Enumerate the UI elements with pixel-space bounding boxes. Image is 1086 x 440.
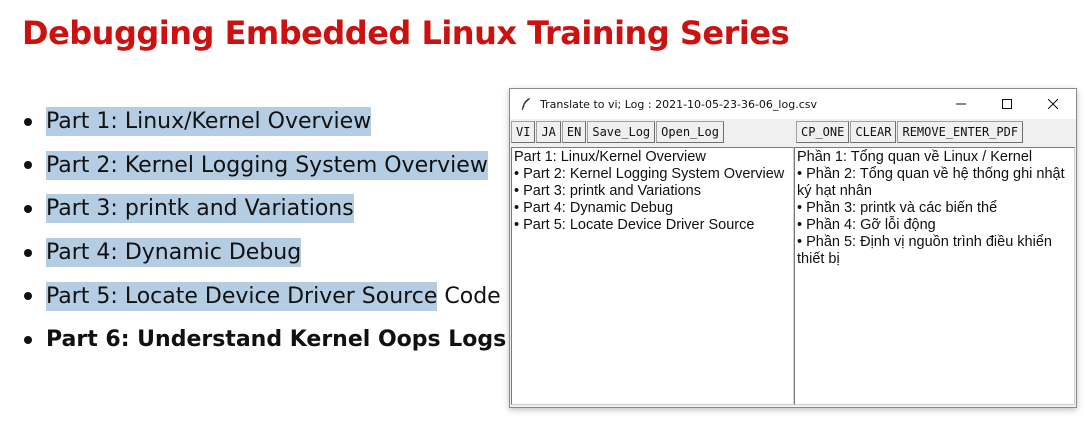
bullet-part-3: Part 3: printk and Variations <box>22 187 506 231</box>
text-panes: Part 1: Linux/Kernel Overview • Part 2: … <box>511 147 1075 405</box>
source-line: • Part 3: printk and Variations <box>514 183 701 199</box>
source-line: • Part 2: Kernel Logging System Overview <box>514 166 785 182</box>
minimize-icon[interactable] <box>938 89 984 119</box>
source-line: • Part 4: Dynamic Debug <box>514 200 674 216</box>
bullet-dot <box>24 248 32 257</box>
translated-text-area[interactable]: Phần 1: Tổng quan về Linux / Kernel • Ph… <box>794 147 1075 405</box>
bullet-part-5: Part 5: Locate Device Driver Source Code <box>22 274 506 318</box>
clear-button[interactable]: CLEAR <box>850 121 897 143</box>
translated-line: • Phần 4: Gỡ lỗi động <box>797 217 936 233</box>
bullet-dot <box>24 161 32 170</box>
en-button[interactable]: EN <box>561 121 587 143</box>
source-text-area[interactable]: Part 1: Linux/Kernel Overview • Part 2: … <box>511 147 794 405</box>
bullet-part-4: Part 4: Dynamic Debug <box>22 231 506 275</box>
bullet-text: Part 2: Kernel Logging System Overview <box>46 150 488 180</box>
translated-line: Phần 1: Tổng quan về Linux / Kernel <box>797 149 1033 165</box>
ja-button[interactable]: JA <box>536 121 561 143</box>
screen: Debugging Embedded Linux Training Series… <box>0 0 1086 440</box>
bullet-dot <box>24 292 32 301</box>
bullet-text: Part 4: Dynamic Debug <box>46 238 302 268</box>
bullet-dot <box>24 335 32 344</box>
close-icon[interactable] <box>1030 89 1076 119</box>
toolbar: VI JA EN Save_Log Open_Log CP_ONE CLEAR … <box>510 119 1076 145</box>
bullet-dot <box>24 117 32 126</box>
bullet-text: Part 1: Linux/Kernel Overview <box>46 107 372 137</box>
slide-title: Debugging Embedded Linux Training Series <box>22 14 790 52</box>
translated-line: • Phần 3: printk và các biến thể <box>797 200 998 216</box>
bullet-part-1: Part 1: Linux/Kernel Overview <box>22 100 506 144</box>
save-log-button[interactable]: Save_Log <box>587 121 656 143</box>
bullet-list: Part 1: Linux/Kernel Overview Part 2: Ke… <box>22 100 506 362</box>
window-title: Translate to vi; Log : 2021-10-05-23-36-… <box>540 97 817 111</box>
source-line: Part 1: Linux/Kernel Overview <box>514 149 706 165</box>
translate-window[interactable]: Translate to vi; Log : 2021-10-05-23-36-… <box>509 88 1077 408</box>
window-controls <box>938 89 1076 119</box>
cp-one-button[interactable]: CP_ONE <box>796 121 850 143</box>
bullet-part-6: Part 6: Understand Kernel Oops Logs <box>22 318 506 362</box>
vi-button[interactable]: VI <box>511 121 536 143</box>
bullet-text-unhighlighted: Code <box>437 283 501 309</box>
feather-icon <box>519 97 533 111</box>
open-log-button[interactable]: Open_Log <box>656 121 724 143</box>
bullet-dot <box>24 204 32 213</box>
remove-enter-pdf-button[interactable]: REMOVE_ENTER_PDF <box>897 121 1024 143</box>
bullet-part-2: Part 2: Kernel Logging System Overview <box>22 144 506 188</box>
bullet-text: Part 3: printk and Variations <box>46 194 354 224</box>
translated-line: • Phần 2: Tổng quan về hệ thống ghi nhật… <box>797 166 1065 199</box>
maximize-icon[interactable] <box>984 89 1030 119</box>
toolbar-right-group: CP_ONE CLEAR REMOVE_ENTER_PDF <box>796 121 1024 143</box>
window-titlebar[interactable]: Translate to vi; Log : 2021-10-05-23-36-… <box>510 89 1076 119</box>
source-line: • Part 5: Locate Device Driver Source <box>514 217 755 233</box>
bullet-text: Part 5: Locate Device Driver Source <box>46 281 438 311</box>
translated-line: • Phần 5: Định vị nguồn trình điều khiển… <box>797 234 1052 267</box>
bullet-text: Part 6: Understand Kernel Oops Logs <box>46 327 507 353</box>
